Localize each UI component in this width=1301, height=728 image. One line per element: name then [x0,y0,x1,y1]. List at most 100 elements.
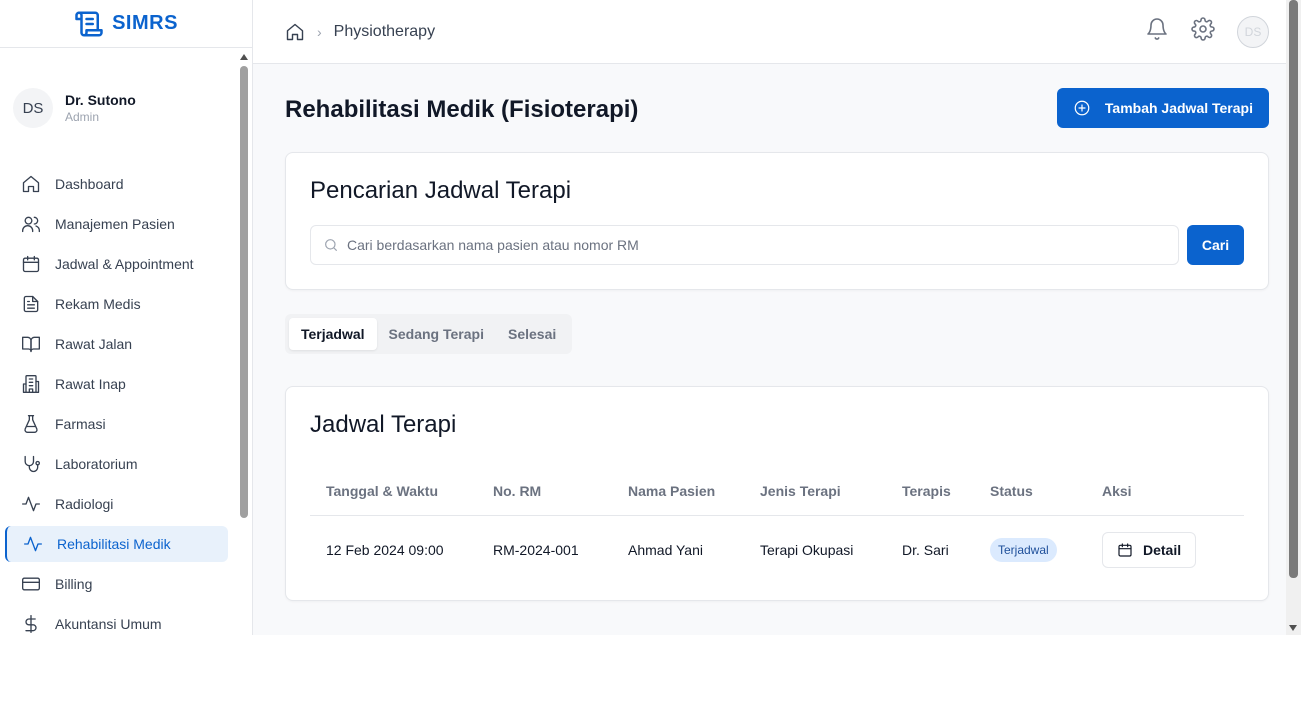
breadcrumb: › Physiotherapy [285,22,1145,42]
settings-button[interactable] [1191,17,1215,46]
avatar[interactable]: DS [1237,15,1269,48]
main-area: › Physiotherapy DS Rehabilitasi Medik (F… [253,0,1301,635]
title-row: Rehabilitasi Medik (Fisioterapi) Tambah … [285,88,1269,128]
building-icon [22,375,40,393]
dollar-icon [25,615,37,633]
sidebar-item-label: Billing [55,576,93,592]
plus-circle-icon [1074,100,1090,116]
avatar: DS [13,88,53,128]
sidebar-nav: Dashboard Manajemen Pasien Jadwal & Appo… [0,166,252,642]
page-scroll-thumb[interactable] [1289,0,1298,578]
sidebar-item-label: Radiologi [55,496,114,512]
sidebar-item-rawat-jalan[interactable]: Rawat Jalan [5,326,228,362]
tab-terjadwal[interactable]: Terjadwal [289,318,377,350]
sidebar-item-label: Dashboard [55,176,124,192]
sidebar-item-label: Rekam Medis [55,296,141,312]
breadcrumb-current: Physiotherapy [333,22,436,40]
cell-rm: RM-2024-001 [493,542,579,559]
sidebar-scroll-thumb[interactable] [240,66,248,518]
sidebar: SIMRS DS Dr. Sutono Admin Dashboard Mana… [0,0,253,635]
calendar-icon [22,255,40,273]
cell-action: Detail [1086,515,1244,585]
notifications-button[interactable] [1145,17,1169,46]
add-schedule-button[interactable]: Tambah Jadwal Terapi [1056,88,1269,128]
user-role: Admin [65,110,100,124]
sidebar-scrollbar[interactable] [239,52,249,632]
activity-icon [22,496,40,512]
sidebar-item-radiologi[interactable]: Radiologi [5,486,228,522]
column-header: Tanggal & Waktu [310,467,477,516]
scroll-down-arrow-icon[interactable] [1289,625,1297,631]
tab-sedang-terapi[interactable]: Sedang Terapi [377,318,496,350]
flask-icon [24,415,38,433]
detail-label: Detail [1143,542,1182,559]
sidebar-item-label: Rehabilitasi Medik [57,536,171,552]
topbar: › Physiotherapy DS [253,0,1301,64]
column-header: Aksi [1086,467,1244,516]
search-card-title: Pencarian Jadwal Terapi [310,177,572,204]
search-row: Cari [310,225,1244,265]
user-profile: DS Dr. Sutono Admin [0,48,252,166]
user-name: Dr. Sutono [65,92,136,108]
page-scrollbar[interactable] [1286,0,1301,635]
table-row: 12 Feb 2024 09:00 RM-2024-001 Ahmad Yani… [310,515,1244,585]
activity-icon [24,536,42,552]
bell-icon [1147,18,1167,40]
cell-patient: Ahmad Yani [628,542,703,559]
schedule-table-card: Jadwal Terapi Tanggal & Waktu No. RM Nam… [285,386,1269,601]
brand[interactable]: SIMRS [0,0,252,48]
table-card-title: Jadwal Terapi [310,411,457,438]
chevron-right-icon: › [317,23,322,40]
table-header-row: Tanggal & Waktu No. RM Nama Pasien Jenis… [310,467,1244,516]
sidebar-item-rawat-inap[interactable]: Rawat Inap [5,366,228,402]
search-button[interactable]: Cari [1187,225,1244,265]
sidebar-item-label: Rawat Inap [55,376,126,392]
search-input[interactable] [347,237,1166,253]
gear-icon [1191,17,1215,41]
top-actions: DS [1145,15,1269,48]
sidebar-item-label: Laboratorium [55,456,138,472]
status-badge: Terjadwal [990,538,1057,563]
home-icon[interactable] [285,22,305,42]
scroll-up-arrow-icon[interactable] [240,54,248,60]
sidebar-item-rekam-medis[interactable]: Rekam Medis [5,286,228,322]
sidebar-item-dashboard[interactable]: Dashboard [5,166,228,202]
sidebar-item-manajemen-pasien[interactable]: Manajemen Pasien [5,206,228,242]
calendar-icon [1118,543,1132,557]
sidebar-item-farmasi[interactable]: Farmasi [5,406,228,442]
column-header: Terapis [886,467,974,516]
sidebar-item-label: Manajemen Pasien [55,216,175,232]
column-header: Jenis Terapi [744,467,886,516]
home-icon [22,175,40,193]
status-tabs: Terjadwal Sedang Terapi Selesai [285,314,573,354]
search-icon [325,239,337,251]
book-open-icon [22,336,40,353]
cell-therapy: Terapi Okupasi [760,542,854,559]
cell-therapist: Dr. Sari [902,542,949,559]
search-box[interactable] [310,225,1179,265]
column-header: No. RM [477,467,612,516]
page-title: Rehabilitasi Medik (Fisioterapi) [285,96,639,123]
sidebar-item-label: Rawat Jalan [55,336,133,352]
sidebar-item-rehabilitasi-medik[interactable]: Rehabilitasi Medik [5,526,228,562]
schedule-table: Tanggal & Waktu No. RM Nama Pasien Jenis… [310,467,1244,585]
sidebar-item-billing[interactable]: Billing [5,566,228,602]
app-shell: SIMRS DS Dr. Sutono Admin Dashboard Mana… [0,0,1301,635]
sidebar-item-label: Jadwal & Appointment [55,256,194,272]
stethoscope-icon [24,455,41,473]
sidebar-item-label: Akuntansi Umum [55,616,162,632]
content: Rehabilitasi Medik (Fisioterapi) Tambah … [253,64,1301,601]
add-schedule-label: Tambah Jadwal Terapi [1104,100,1253,116]
users-icon [22,216,40,233]
cell-datetime: 12 Feb 2024 09:00 [326,542,444,559]
file-text-icon [23,295,39,313]
search-card: Pencarian Jadwal Terapi Cari [285,152,1269,290]
sidebar-item-akuntansi-umum[interactable]: Akuntansi Umum [5,606,228,642]
tab-selesai[interactable]: Selesai [496,318,568,350]
brand-name: SIMRS [112,12,178,34]
detail-button[interactable]: Detail [1102,532,1197,569]
sidebar-item-jadwal[interactable]: Jadwal & Appointment [5,246,228,282]
cell-status: Terjadwal [974,515,1086,585]
sidebar-item-laboratorium[interactable]: Laboratorium [5,446,228,482]
scroll-icon [75,11,103,36]
